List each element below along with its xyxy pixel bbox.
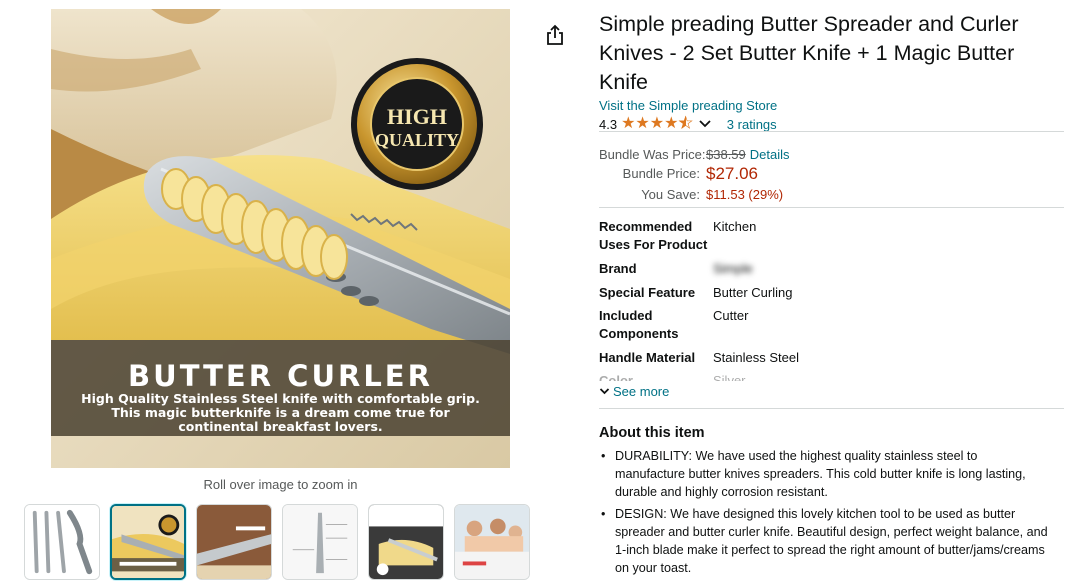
thumb-butter-curler[interactable] (110, 504, 186, 580)
spec-row: Brand Simple (599, 260, 899, 278)
spec-row: Included Components Cutter (599, 307, 899, 343)
see-more-link[interactable]: See more (599, 384, 669, 399)
banner-title: BUTTER CURLER (128, 359, 433, 393)
spec-row: Handle Material Stainless Steel (599, 349, 899, 367)
see-more-label: See more (613, 384, 670, 399)
star-icon: ★ (635, 115, 650, 132)
list-item: DESIGN: We have designed this lovely kit… (599, 505, 1049, 578)
spec-row: Special Feature Butter Curling (599, 284, 899, 302)
spec-row: Recommended Uses For Product Kitchen (599, 218, 899, 254)
was-price-row: Bundle Was Price: $38.59 Details (599, 146, 899, 164)
divider (599, 131, 1064, 132)
list-item: DURABILITY: We have used the highest qua… (599, 447, 1049, 502)
rating-number: 4.3 (599, 116, 618, 132)
banner-line-1: High Quality Stainless Steel knife with … (81, 391, 480, 406)
main-product-image[interactable]: HIGH QUALITY BUTTER CURLER High Quality … (51, 9, 510, 468)
product-title-line-1: Simple preading Butter Spreader and Curl… (599, 12, 1019, 36)
spec-row-faded: Color Silver (599, 372, 899, 381)
banner-line-3: continental breakfast lovers. (178, 419, 383, 434)
spec-value: Stainless Steel (713, 350, 799, 365)
was-price-label: Bundle Was Price: (599, 147, 706, 162)
image-banner: BUTTER CURLER High Quality Stainless Ste… (51, 340, 510, 436)
spec-value: Kitchen (713, 219, 757, 234)
spec-key: Brand (599, 261, 637, 276)
bundle-price-row: Bundle Price: $27.06 (599, 165, 899, 183)
was-price-value: $38.59 (706, 147, 746, 162)
ratings-count-link[interactable]: 3 ratings (727, 117, 777, 132)
banner-line-2: This magic butterknife is a dream come t… (111, 405, 450, 420)
spec-key: Recommended Uses For Product (599, 219, 708, 252)
spec-value: Butter Curling (713, 285, 793, 300)
half-star-icon: ★ (678, 115, 693, 132)
thumb-ergonomic-design[interactable] (196, 504, 272, 580)
you-save-value: $11.53 (29%) (706, 187, 784, 202)
spec-value: Silver (713, 373, 746, 381)
thumb-knife-set[interactable] (24, 504, 100, 580)
product-title-line-3: Knife (599, 70, 649, 94)
about-title: About this item (599, 425, 705, 441)
spec-value-brand-redacted: Simple (713, 261, 753, 276)
you-save-label: You Save: (641, 187, 700, 202)
product-title: Simple preading Butter Spreader and Curl… (599, 10, 1069, 97)
you-save-row: You Save: $11.53 (29%) (599, 186, 899, 204)
divider (599, 207, 1064, 208)
zoom-hint: Roll over image to zoom in (203, 477, 358, 492)
thumb-spread-butter[interactable] (368, 504, 444, 580)
bundle-price-value: $27.06 (706, 164, 758, 183)
thumb-product-features[interactable] (282, 504, 358, 580)
spec-key: Handle Material (599, 350, 696, 365)
product-title-line-2: Knives - 2 Set Butter Knife + 1 Magic Bu… (599, 41, 1015, 65)
chevron-down-icon (599, 388, 610, 395)
spec-value: Cutter (713, 308, 749, 323)
star-rating[interactable]: ★ ★ ★ ★ ★ (621, 115, 693, 132)
bundle-price-label: Bundle Price: (622, 166, 700, 181)
spec-key: Included Components (599, 308, 679, 341)
thumb-family-breakfast[interactable] (454, 504, 530, 580)
chevron-down-icon[interactable] (697, 116, 713, 132)
store-link[interactable]: Visit the Simple preading Store (599, 98, 777, 113)
star-icon: ★ (649, 115, 665, 132)
star-icon: ★ (664, 115, 679, 132)
details-link[interactable]: Details (750, 146, 790, 164)
star-icon: ★ (621, 115, 636, 132)
about-bullets: DURABILITY: We have used the highest qua… (599, 447, 1049, 580)
badge-quality-text: QUALITY (375, 130, 459, 150)
spec-key: Color (599, 373, 633, 381)
badge-high-text: HIGH (387, 104, 447, 129)
spec-key: Special Feature (599, 285, 696, 300)
share-icon[interactable] (545, 24, 565, 46)
divider (599, 408, 1064, 409)
